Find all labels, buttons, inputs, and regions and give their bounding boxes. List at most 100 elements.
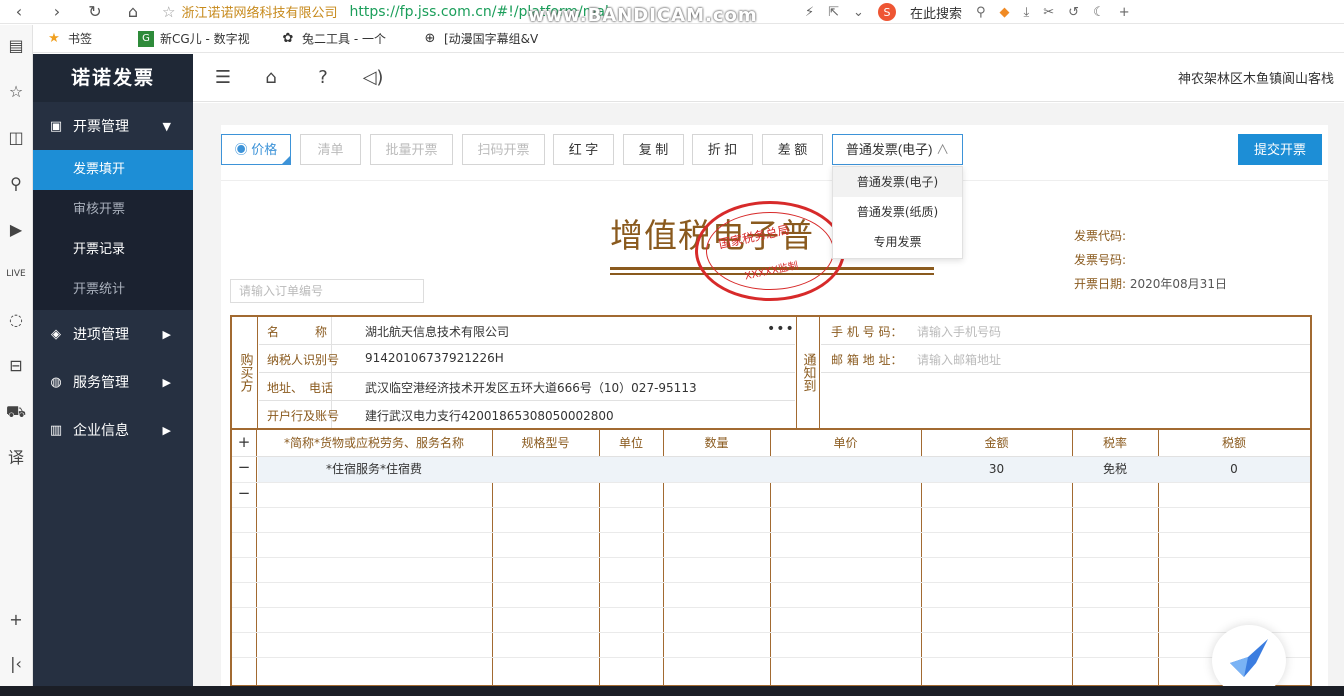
phone-row[interactable]: 手 机 号 码： 请输入手机号码 [821,317,1310,345]
red-invoice-button[interactable]: 红 字 [553,134,614,165]
lightning-icon[interactable]: ⚡ [805,5,814,20]
scan-invoice-button[interactable]: 扫码开票 [462,134,545,165]
favorites-icon[interactable]: ☆ [3,79,29,105]
recording-watermark: www.BANDICAM.com [528,5,758,26]
item-tax-cell[interactable]: 0 [1158,457,1310,482]
download-icon[interactable]: ⤓ [1024,5,1030,20]
sidebar-item-invoice-stats[interactable]: 开票统计 [33,270,193,310]
add-icon[interactable]: + [3,607,29,633]
bag-icon[interactable]: ⊟ [3,353,29,379]
sidebar-group-label: 进项管理 [73,327,129,343]
add-row-icon[interactable]: + [232,433,256,451]
search-box[interactable]: 在此搜索 [910,3,962,22]
discount-button[interactable]: 折 扣 [692,134,753,165]
invoice-code-label: 发票代码: [1074,229,1127,243]
buyer-section: 购买方 名 称 湖北航天信息技术有限公司 ••• 纳税人识别号 91420106… [230,315,1312,430]
app-sidebar: 诺诺发票 ▣ 开票管理 ▼ 发票填开 审核开票 开票记录 开票统计 ◈ 进项管理… [33,54,193,686]
remove-row-icon[interactable]: − [232,458,256,476]
batch-invoice-button[interactable]: 批量开票 [370,134,453,165]
bookmark-item[interactable]: ✿ 兔二工具 - 一个 [280,30,410,47]
game-icon[interactable]: ◆ [1000,5,1010,20]
back-icon[interactable]: ‹ [0,2,38,21]
buyer-address-row[interactable]: 地址、 电话 武汉临空港经济技术开发区五环大道666号（10）027-95113 [259,373,795,401]
home-icon[interactable]: ⌂ [259,66,283,90]
column-header-price: 单价 [833,436,858,450]
sidebar-submenu: 发票填开 审核开票 开票记录 开票统计 [33,150,193,310]
bookmark-item[interactable]: ★ 书签 [46,30,126,47]
cg-icon: G [138,30,154,47]
field-label: 纳税人识别号 [267,353,340,367]
more-options-icon[interactable]: ••• [767,321,795,337]
sidebar-group-service[interactable]: ◍ 服务管理 ▶ [33,358,193,406]
bookmark-star-icon[interactable]: ☆ [162,3,175,21]
help-icon[interactable]: ? [311,66,335,90]
buyer-label: 购买方 [232,317,258,428]
bookmark-label: [动漫国字幕组&V [444,32,539,46]
app-logo: 诺诺发票 [33,54,193,102]
item-amount-cell[interactable]: 30 [921,457,1072,482]
bookmark-item[interactable]: G 新CG儿 - 数字视 [138,30,268,47]
difference-button[interactable]: 差 额 [762,134,823,165]
search-engine-icon[interactable]: S [877,3,896,21]
search-icon[interactable]: ⚲ [3,171,29,197]
cut-icon[interactable]: ✂ [1043,5,1054,20]
search-icon[interactable]: ⚲ [976,5,986,20]
buyer-bank-field[interactable]: 建行武汉电力支行42001865308050002800 [365,407,614,424]
invoice-date-value: 2020年08月31日 [1129,277,1227,291]
undo-icon[interactable]: ↺ [1068,5,1079,20]
sidebar-item-invoice-records[interactable]: 开票记录 [33,230,193,270]
new-tab-icon[interactable]: + [1119,5,1130,20]
invoice-type-option[interactable]: 专用发票 [833,227,962,257]
cart-icon[interactable]: ⛟ [3,399,29,425]
forward-icon[interactable]: › [38,2,76,21]
buyer-taxid-field[interactable]: 91420106737921226H [365,351,504,365]
remove-row-icon[interactable]: − [232,484,256,502]
buyer-name-row[interactable]: 名 称 湖北航天信息技术有限公司 [259,317,795,345]
sidebar-group-input[interactable]: ◈ 进项管理 ▶ [33,310,193,358]
reload-icon[interactable]: ↻ [76,2,114,21]
item-rate-cell[interactable]: 免税 [1072,457,1158,482]
invoice-type-select[interactable]: 普通发票(电子) ∧ [832,134,963,165]
submit-invoice-button[interactable]: 提交开票 [1238,134,1322,165]
home-icon[interactable]: ⌂ [114,2,152,21]
buyer-bank-row[interactable]: 开户行及账号 建行武汉电力支行42001865308050002800 [259,401,795,429]
phone-input[interactable]: 请输入手机号码 [917,323,1001,340]
email-input[interactable]: 请输入邮箱地址 [917,351,1001,368]
list-button[interactable]: 清单 [300,134,361,165]
night-mode-icon[interactable]: ☾ [1093,5,1105,20]
share-icon[interactable]: ⇱ [828,5,839,20]
email-row[interactable]: 邮 箱 地 址： 请输入邮箱地址 [821,345,1310,373]
caret-right-icon: ▶ [162,375,171,389]
chat-icon[interactable]: ◌ [3,307,29,333]
price-button[interactable]: ◉ 价格 [221,134,291,165]
invoice-type-option[interactable]: 普通发票(电子) [833,167,962,197]
sidebar-item-fill-invoice[interactable]: 发票填开 [33,150,193,190]
live-icon[interactable]: LIVE [3,261,29,287]
item-name-cell[interactable]: *住宿服务*住宿费 [256,457,492,482]
copy-button[interactable]: 复 制 [623,134,684,165]
sound-icon[interactable]: ◁) [361,66,385,90]
buyer-address-field[interactable]: 武汉临空港经济技术开发区五环大道666号（10）027-95113 [365,379,697,396]
bookmark-item[interactable]: ⊕ [动漫国字幕组&V [422,30,552,47]
reader-icon[interactable]: ▤ [3,33,29,59]
star-icon: ★ [48,30,60,46]
dropdown-icon[interactable]: ⌄ [853,5,864,20]
buyer-name-field[interactable]: 湖北航天信息技术有限公司 [365,323,509,340]
field-label: 地址、 电话 [267,381,334,395]
menu-toggle-icon[interactable]: ☰ [211,66,235,90]
row-divider [232,532,1310,533]
buyer-taxid-row[interactable]: 纳税人识别号 91420106737921226H [259,345,795,373]
translate-icon[interactable]: 译 [3,445,29,471]
sidebar-group-company[interactable]: ▥ 企业信息 ▶ [33,406,193,454]
field-label: 开户行及账号 [267,409,340,423]
video-icon[interactable]: ▶ [3,217,29,243]
company-name[interactable]: 神农架林区木鱼镇阆山客栈 [1178,68,1334,87]
invoice-type-option[interactable]: 普通发票(纸质) [833,197,962,227]
sidebar-item-review-invoice[interactable]: 审核开票 [33,190,193,230]
row-divider [232,607,1310,608]
collapse-icon[interactable]: |‹ [3,651,29,677]
sidebar-group-invoicing[interactable]: ▣ 开票管理 ▼ [33,102,193,150]
main-content: ◉ 价格 清单 批量开票 扫码开票 红 字 复 制 折 扣 差 额 普通发票(电… [193,103,1344,687]
order-number-input[interactable]: 请输入订单编号 [230,279,424,303]
book-icon[interactable]: ◫ [3,125,29,151]
